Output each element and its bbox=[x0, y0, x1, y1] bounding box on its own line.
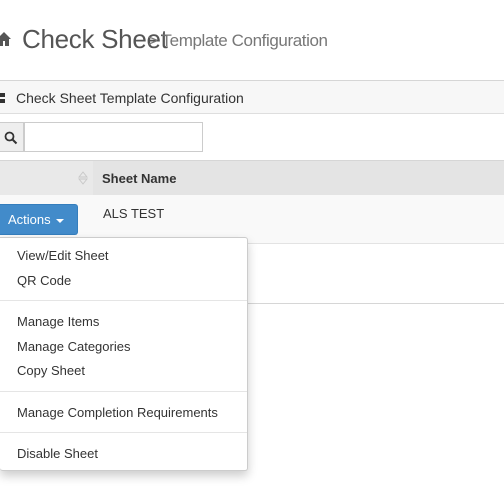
menu-divider bbox=[0, 391, 247, 392]
panel-heading: Check Sheet Template Configuration bbox=[0, 81, 504, 114]
column-header-actions[interactable] bbox=[0, 161, 93, 195]
table-header: Sheet Name bbox=[0, 160, 504, 196]
list-icon bbox=[0, 93, 5, 103]
caret-down-icon bbox=[55, 218, 64, 223]
menu-item-qr-code[interactable]: QR Code bbox=[17, 273, 71, 288]
menu-item-manage-categories[interactable]: Manage Categories bbox=[17, 339, 130, 354]
menu-item-view-edit-sheet[interactable]: View/Edit Sheet bbox=[17, 248, 109, 263]
sort-icon[interactable] bbox=[78, 171, 88, 185]
menu-item-copy-sheet[interactable]: Copy Sheet bbox=[17, 363, 85, 378]
page-subtitle: > Template Configuration bbox=[148, 31, 328, 50]
column-header-sheet-name[interactable]: Sheet Name bbox=[93, 161, 504, 195]
home-icon bbox=[0, 32, 11, 46]
menu-divider bbox=[0, 300, 247, 301]
menu-item-disable-sheet[interactable]: Disable Sheet bbox=[17, 446, 98, 461]
panel-title: Check Sheet Template Configuration bbox=[16, 90, 244, 106]
menu-divider bbox=[0, 432, 247, 433]
search-input[interactable] bbox=[24, 122, 203, 152]
page-title: Check Sheet bbox=[22, 24, 168, 54]
search-icon bbox=[0, 122, 24, 152]
actions-dropdown-button[interactable]: Actions bbox=[0, 204, 78, 235]
actions-dropdown-menu: View/Edit Sheet QR Code Manage Items Man… bbox=[0, 237, 248, 471]
sheet-name-cell: ALS TEST bbox=[103, 206, 165, 221]
menu-item-manage-items[interactable]: Manage Items bbox=[17, 314, 99, 329]
menu-item-manage-completion-requirements[interactable]: Manage Completion Requirements bbox=[17, 405, 218, 420]
